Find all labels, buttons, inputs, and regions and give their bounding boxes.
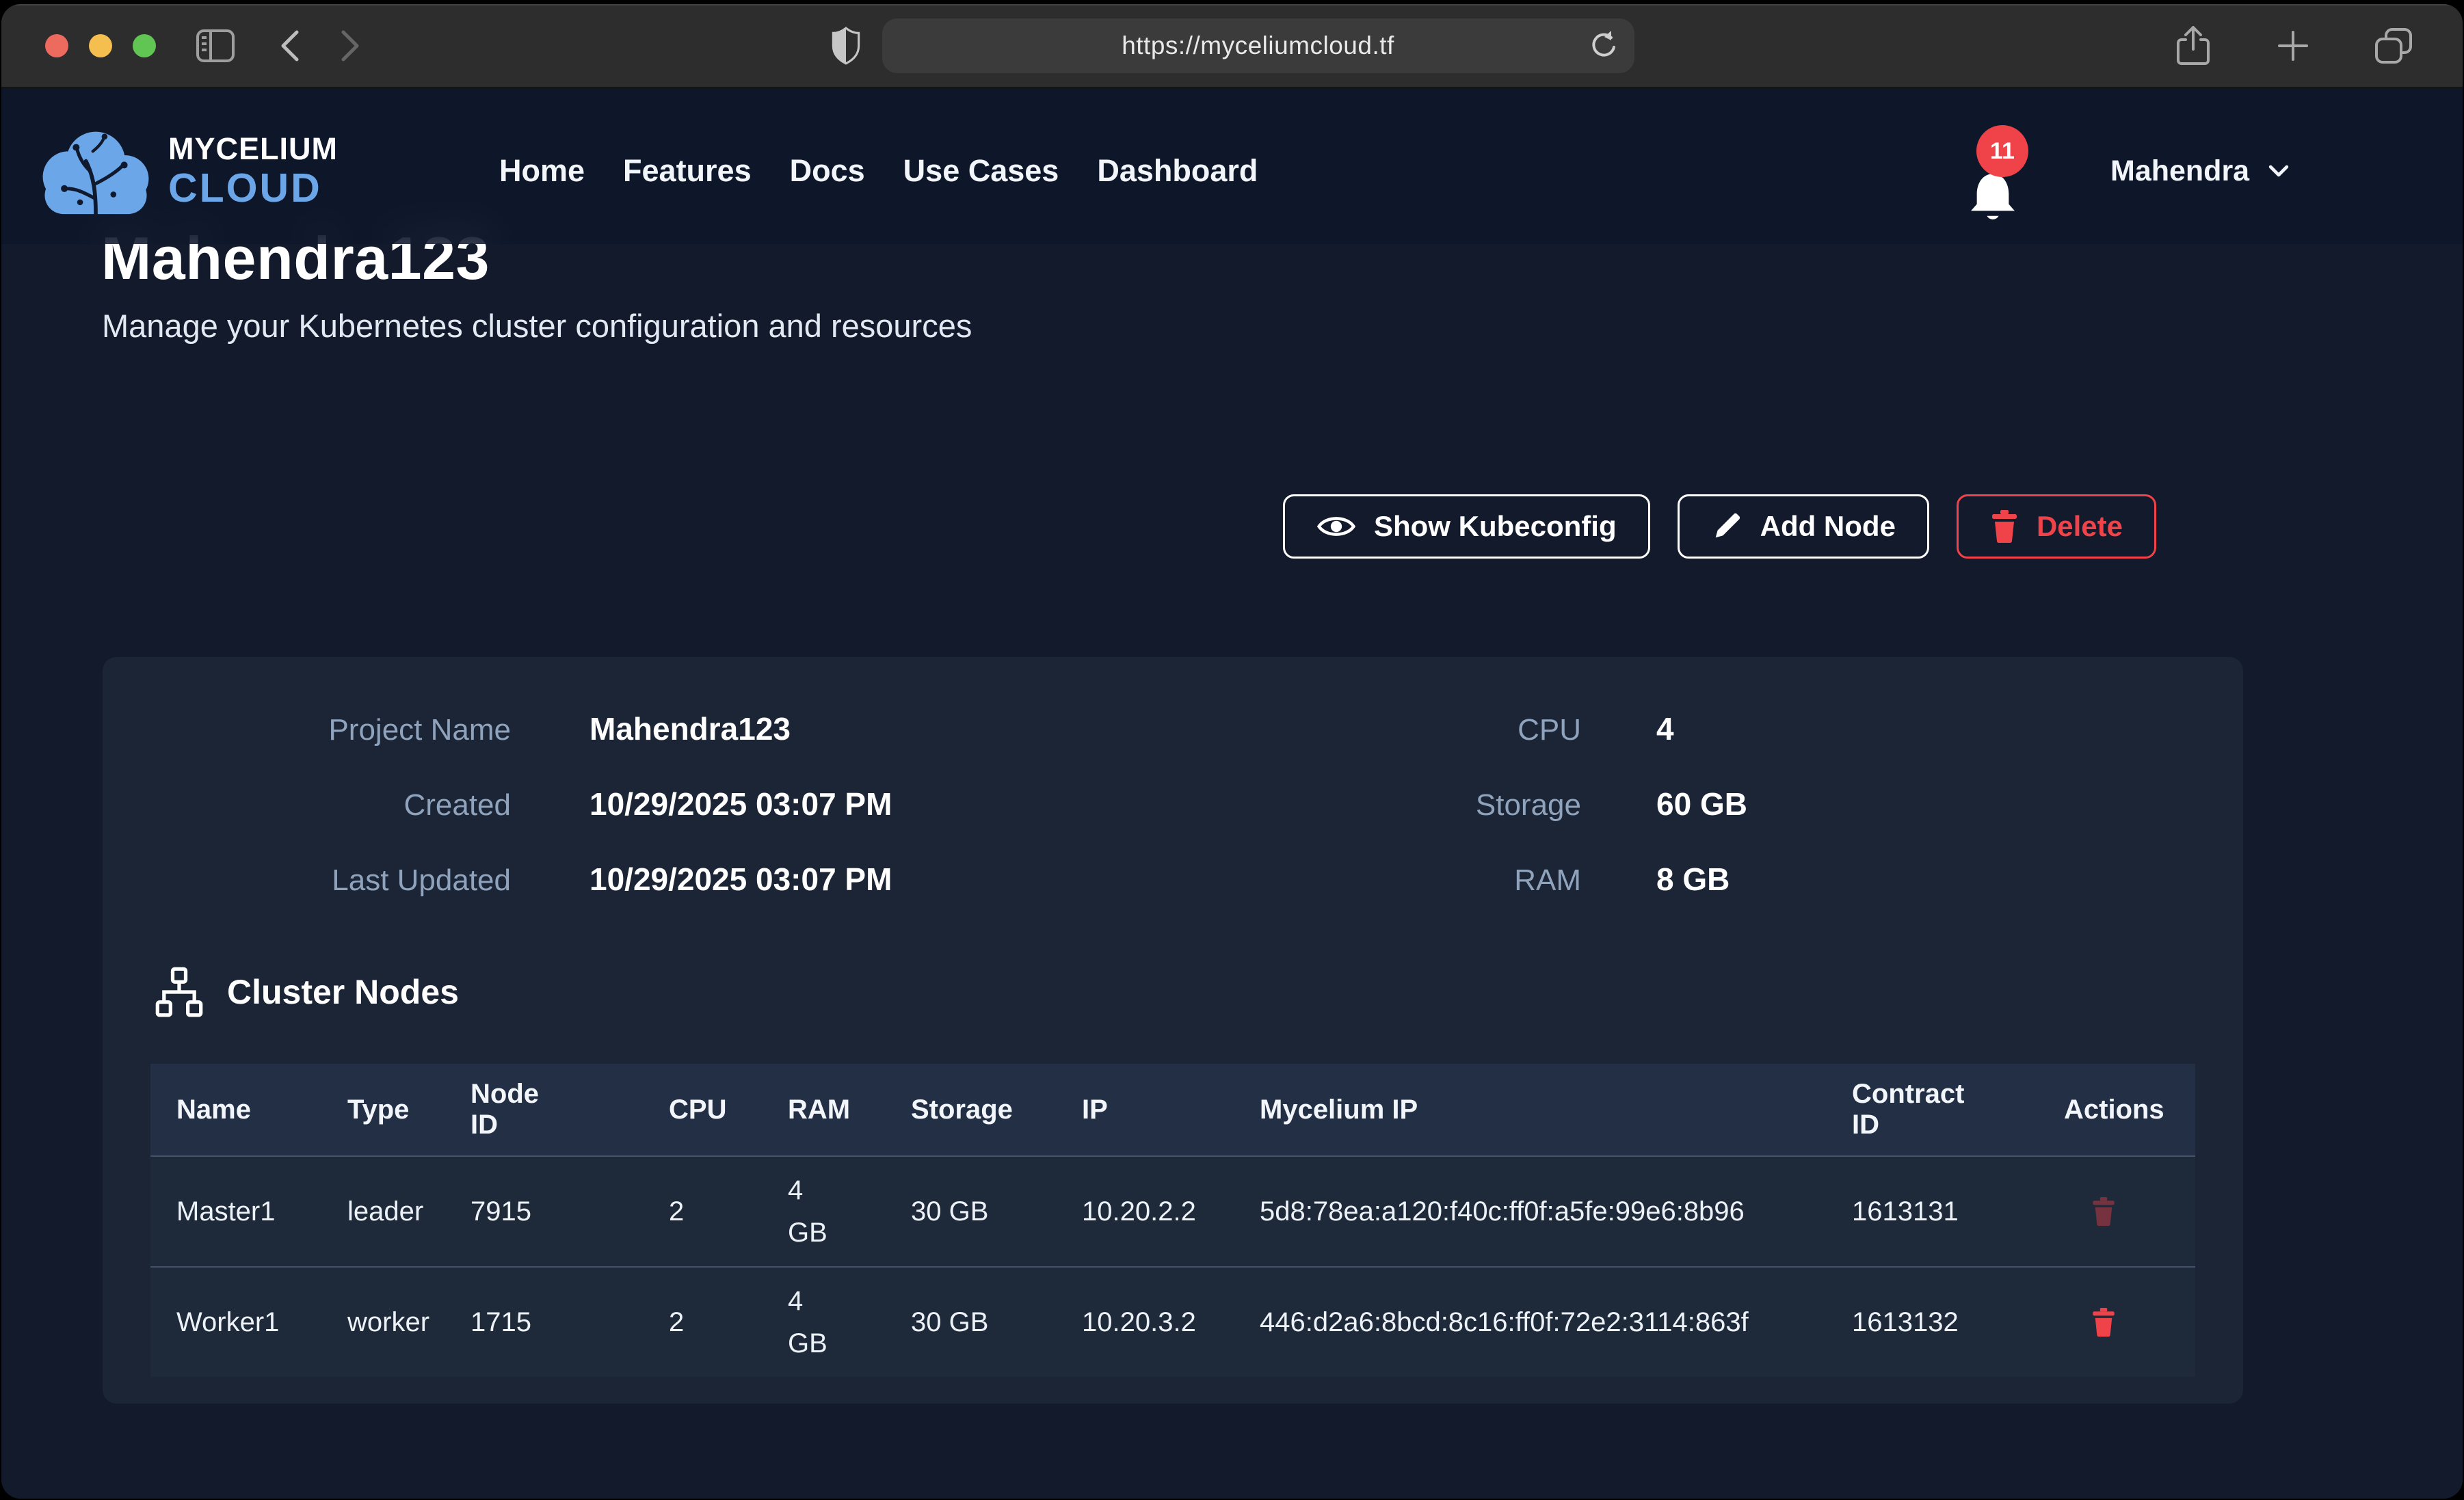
sidebar-toggle-icon[interactable]	[196, 28, 235, 64]
cluster-card: Project Name Mahendra123 CPU 4 Created 1…	[103, 657, 2243, 1404]
url-text: https://myceliumcloud.tf	[1122, 31, 1394, 60]
back-icon[interactable]	[275, 28, 302, 64]
page-subtitle: Manage your Kubernetes cluster configura…	[102, 307, 972, 345]
info-label-project-name: Project Name	[144, 713, 511, 747]
cell-ram: 4 GB	[762, 1157, 885, 1266]
page-content: Mahendra123 Manage your Kubernetes clust…	[1, 88, 2463, 1499]
delete-label: Delete	[2037, 510, 2123, 543]
nav-link-home[interactable]: Home	[499, 153, 585, 189]
info-value-storage: 60 GB	[1581, 786, 2202, 822]
new-tab-icon[interactable]	[2275, 28, 2311, 64]
col-node-id: Node ID	[445, 1064, 643, 1155]
site-navbar: MYCELIUM CLOUD Home Features Docs Use Ca…	[1, 88, 2463, 244]
nav-link-features[interactable]: Features	[623, 153, 752, 189]
info-label-ram: RAM	[1402, 863, 1581, 898]
minimize-window-button[interactable]	[89, 34, 112, 57]
add-node-label: Add Node	[1760, 510, 1896, 543]
cell-name: Master1	[150, 1157, 321, 1266]
brand-name-bottom: CLOUD	[168, 168, 338, 209]
info-label-cpu: CPU	[1402, 713, 1581, 747]
share-icon[interactable]	[2174, 25, 2212, 67]
zoom-window-button[interactable]	[133, 34, 156, 57]
eye-icon	[1316, 511, 1356, 541]
brand-name-top: MYCELIUM	[168, 133, 338, 164]
cell-node-id: 7915	[445, 1157, 643, 1266]
col-ram: RAM	[762, 1064, 885, 1155]
col-ip: IP	[1056, 1064, 1234, 1155]
table-row-master1: Master1 leader 7915 2 4 GB 30 GB 10.20.2…	[150, 1155, 2195, 1266]
cell-ram: 4 GB	[762, 1268, 885, 1377]
show-kubeconfig-button[interactable]: Show Kubeconfig	[1283, 494, 1650, 559]
cell-ip: 10.20.2.2	[1056, 1157, 1234, 1266]
info-label-created: Created	[144, 788, 511, 822]
pencil-icon	[1711, 511, 1743, 542]
forward-icon	[338, 28, 365, 64]
cell-type: leader	[321, 1157, 445, 1266]
col-actions: Actions	[2038, 1064, 2195, 1155]
info-value-created: 10/29/2025 03:07 PM	[511, 786, 1402, 822]
cell-ip: 10.20.3.2	[1056, 1268, 1234, 1377]
cell-contract-id: 1613132	[1826, 1268, 2038, 1377]
bell-icon	[1965, 169, 2020, 228]
cluster-nodes-title: Cluster Nodes	[227, 972, 459, 1012]
browser-chrome: https://myceliumcloud.tf	[1, 4, 2463, 88]
cell-name: Worker1	[150, 1268, 321, 1377]
cluster-actions: Show Kubeconfig Add Node Delete	[1283, 494, 2156, 559]
nav-link-docs[interactable]: Docs	[790, 153, 865, 189]
username: Mahendra	[2110, 155, 2249, 188]
mycelium-cloud-logo-icon	[37, 121, 155, 221]
add-node-button[interactable]: Add Node	[1678, 494, 1929, 559]
col-cpu: CPU	[643, 1064, 762, 1155]
cell-storage: 30 GB	[885, 1268, 1056, 1377]
nav-link-dashboard[interactable]: Dashboard	[1097, 153, 1258, 189]
cluster-info: Project Name Mahendra123 CPU 4 Created 1…	[144, 710, 2202, 898]
info-value-last-updated: 10/29/2025 03:07 PM	[511, 861, 1402, 898]
brand-logo[interactable]: MYCELIUM CLOUD	[37, 121, 338, 221]
col-storage: Storage	[885, 1064, 1056, 1155]
delete-node-button[interactable]	[2064, 1308, 2116, 1337]
nodes-table-header: Name Type Node ID CPU RAM Storage IP Myc…	[150, 1064, 2195, 1155]
delete-node-button-disabled	[2064, 1197, 2116, 1226]
close-window-button[interactable]	[45, 34, 68, 57]
info-value-ram: 8 GB	[1581, 861, 2202, 898]
col-contract-id: Contract ID	[1826, 1064, 2038, 1155]
info-value-project-name: Mahendra123	[511, 710, 1402, 747]
nav-links: Home Features Docs Use Cases Dashboard	[499, 153, 1258, 189]
privacy-shield-icon[interactable]	[830, 26, 862, 66]
nodes-table: Name Type Node ID CPU RAM Storage IP Myc…	[150, 1064, 2195, 1377]
show-kubeconfig-label: Show Kubeconfig	[1374, 510, 1617, 543]
delete-cluster-button[interactable]: Delete	[1957, 494, 2156, 559]
cluster-nodes-heading: Cluster Nodes	[153, 966, 459, 1018]
cell-mycelium-ip: 446:d2a6:8bcd:8c16:ff0f:72e2:3114:863f	[1234, 1268, 1826, 1377]
network-nodes-icon	[153, 966, 205, 1018]
tab-overview-icon[interactable]	[2374, 27, 2413, 65]
reload-icon[interactable]	[1587, 29, 1617, 62]
cell-cpu: 2	[643, 1157, 762, 1266]
info-label-last-updated: Last Updated	[144, 863, 511, 898]
traffic-lights	[45, 34, 156, 57]
notification-count-badge: 11	[1976, 125, 2028, 177]
cell-contract-id: 1613131	[1826, 1157, 2038, 1266]
cell-mycelium-ip: 5d8:78ea:a120:f40c:ff0f:a5fe:99e6:8b96	[1234, 1157, 1826, 1266]
chevron-down-icon	[2267, 162, 2290, 180]
cell-type: worker	[321, 1268, 445, 1377]
info-value-cpu: 4	[1581, 710, 2202, 747]
nav-link-use-cases[interactable]: Use Cases	[903, 153, 1059, 189]
user-menu[interactable]: Mahendra	[2110, 155, 2290, 188]
info-label-storage: Storage	[1402, 788, 1581, 822]
notifications-button[interactable]: 11	[1965, 169, 2048, 251]
trash-icon	[1990, 510, 2019, 543]
url-bar[interactable]: https://myceliumcloud.tf	[882, 18, 1634, 73]
cell-storage: 30 GB	[885, 1157, 1056, 1266]
col-type: Type	[321, 1064, 445, 1155]
col-mycelium-ip: Mycelium IP	[1234, 1064, 1826, 1155]
browser-window: https://myceliumcloud.tf Mahendra123 Man…	[1, 4, 2463, 1499]
cell-node-id: 1715	[445, 1268, 643, 1377]
col-name: Name	[150, 1064, 321, 1155]
cell-cpu: 2	[643, 1268, 762, 1377]
table-row-worker1: Worker1 worker 1715 2 4 GB 30 GB 10.20.3…	[150, 1266, 2195, 1377]
